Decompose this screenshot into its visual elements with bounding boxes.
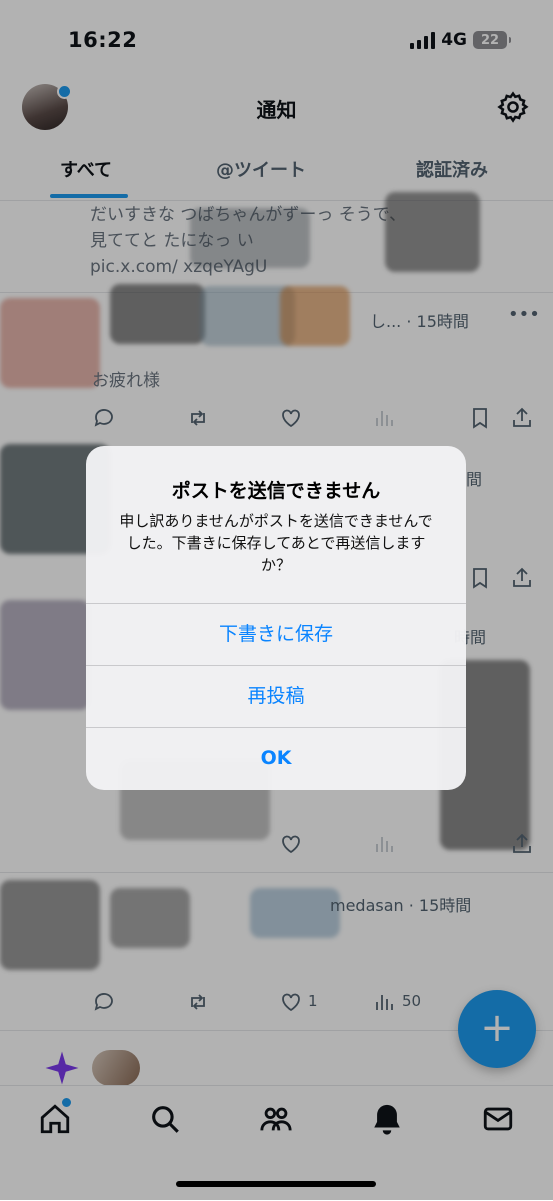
alert-dialog: ポストを送信できません 申し訳ありませんがポストを送信できませんでした。下書きに…: [86, 446, 466, 790]
repost-button[interactable]: 再投稿: [86, 665, 466, 726]
ok-button[interactable]: OK: [86, 727, 466, 788]
alert-title: ポストを送信できません: [171, 480, 381, 502]
save-draft-button[interactable]: 下書きに保存: [86, 603, 466, 664]
alert-message: 申し訳ありませんがポストを送信できませんでした。下書きに保存してあとで再送信しま…: [119, 512, 433, 574]
